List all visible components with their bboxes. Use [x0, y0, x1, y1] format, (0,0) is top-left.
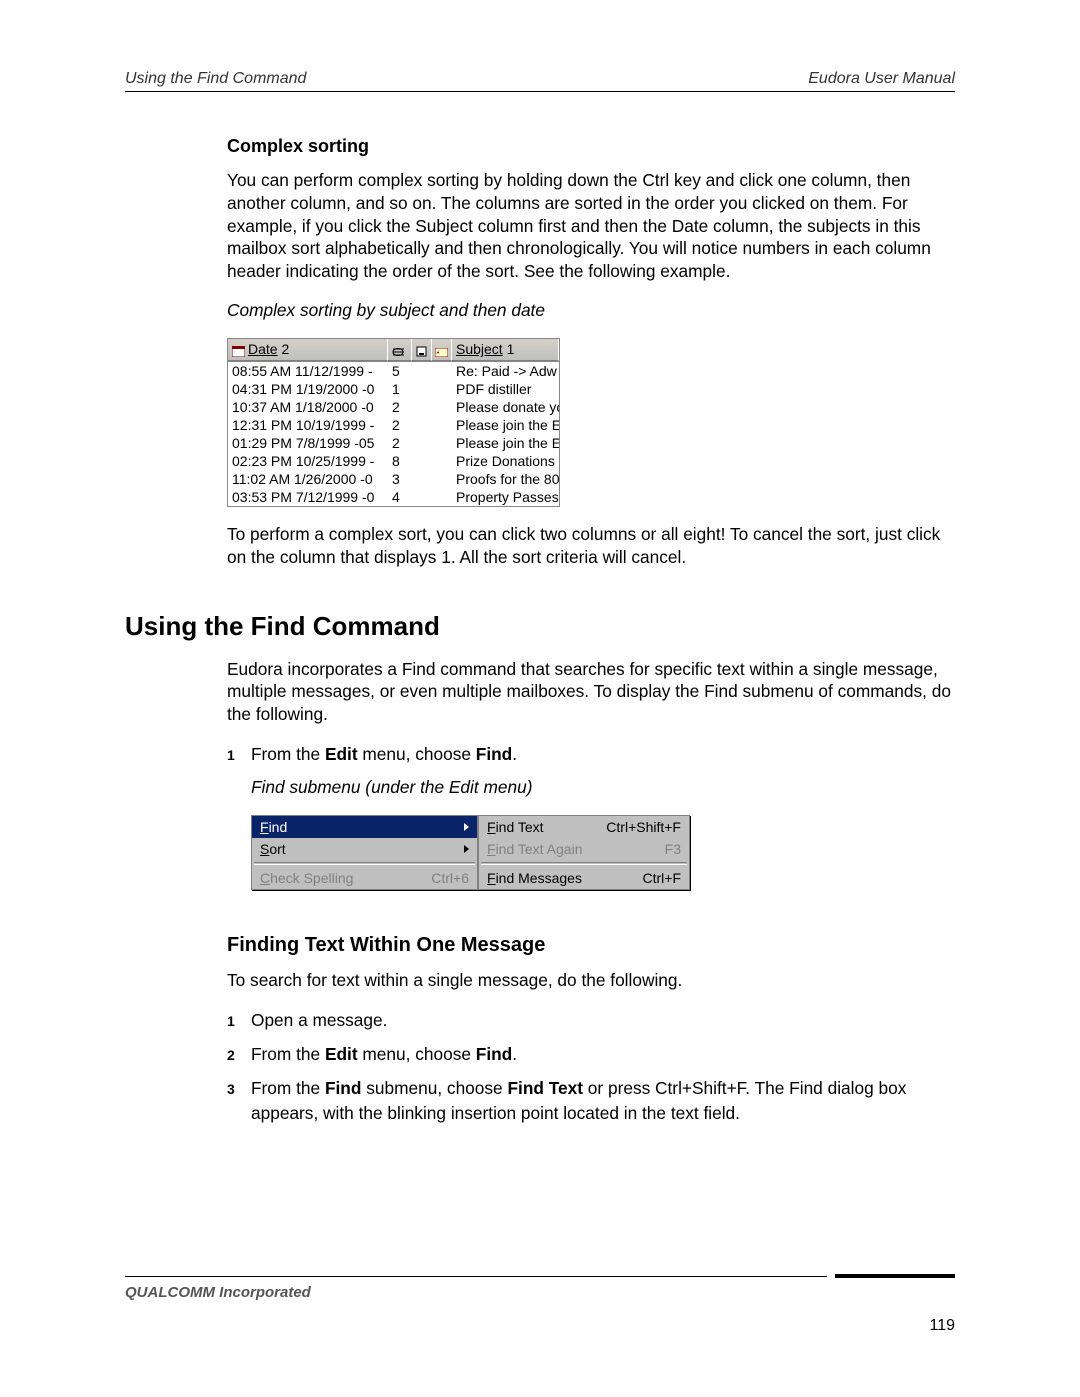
menu-separator [481, 862, 687, 865]
date-column-icon [232, 344, 245, 355]
menu-item-find-text[interactable]: Find Text Ctrl+Shift+F [479, 816, 689, 838]
cell-size: 1 [388, 380, 412, 398]
find-text-step-1: 1Open a message. [227, 1008, 955, 1032]
menu-item-shortcut: Ctrl+6 [431, 870, 469, 886]
complex-sorting-heading: Complex sorting [227, 136, 955, 157]
cell-date: 04:31 PM 1/19/2000 -0 [228, 380, 388, 398]
cell-date: 01:29 PM 7/8/1999 -05 [228, 434, 388, 452]
table-row[interactable]: 08:55 AM 11/12/1999 -5 Re: Paid -> Adw [228, 362, 559, 380]
find-submenu-screenshot: Find Sort Check Spelling Ctrl+6 Find Text Ct… [251, 815, 955, 890]
date-header-label: Date [248, 341, 278, 357]
column-header-date[interactable]: Date 2 [228, 339, 388, 361]
table-row[interactable]: 02:23 PM 10/25/1999 -8 Prize Donations [228, 452, 559, 470]
footer-company: QUALCOMM Incorporated [125, 1284, 311, 1301]
cell-subject: Property Passes [452, 488, 559, 506]
complex-sorting-para2: To perform a complex sort, you can click… [227, 523, 955, 569]
table-row[interactable]: 10:37 AM 1/18/2000 -02 Please donate yo [228, 398, 559, 416]
menu-item-label: Sort [260, 841, 456, 857]
cell-size: 8 [388, 452, 412, 470]
menu-item-label: Find [260, 819, 456, 835]
cell-subject: Prize Donations [452, 452, 559, 470]
column-header-subject[interactable]: Subject 1 [452, 339, 559, 361]
cell-size: 2 [388, 416, 412, 434]
edit-menu: Find Sort Check Spelling Ctrl+6 [251, 815, 478, 890]
menu-separator [254, 862, 475, 865]
attachment-icon [416, 344, 427, 355]
find-submenu-caption: Find submenu (under the Edit menu) [227, 776, 955, 799]
find-command-heading: Using the Find Command [125, 611, 955, 642]
column-header-label[interactable] [432, 339, 452, 361]
sort-table-caption: Complex sorting by subject and then date [227, 299, 955, 322]
cell-date: 12:31 PM 10/19/1999 - [228, 416, 388, 434]
cell-date: 10:37 AM 1/18/2000 -0 [228, 398, 388, 416]
menu-item-label: Find Text [487, 819, 594, 835]
cell-date: 11:02 AM 1/26/2000 -0 [228, 470, 388, 488]
menu-item-shortcut: F3 [665, 841, 681, 857]
subject-sort-order: 1 [507, 341, 515, 357]
find-command-intro: Eudora incorporates a Find command that … [227, 658, 955, 726]
menu-item-check-spelling: Check Spelling Ctrl+6 [252, 867, 477, 889]
date-sort-order: 2 [281, 341, 289, 357]
cell-date: 03:53 PM 7/12/1999 -0 [228, 488, 388, 506]
find-submenu: Find TextCtrl+Shift+FFind Text AgainF3Fi… [478, 815, 690, 890]
subject-header-label: Subject [456, 341, 503, 357]
cell-date: 02:23 PM 10/25/1999 - [228, 452, 388, 470]
submenu-arrow-icon [464, 823, 469, 831]
cell-size: 4 [388, 488, 412, 506]
find-text-step-2: 2From the Edit menu, choose Find. [227, 1042, 955, 1066]
page-header: Using the Find Command Eudora User Manua… [125, 70, 955, 92]
menu-item-find-text-again: Find Text Again F3 [479, 838, 689, 860]
cell-subject: Please donate yo [452, 398, 559, 416]
find-text-step-3: 3From the Find submenu, choose Find Text… [227, 1076, 955, 1124]
menu-item-label: Find Messages [487, 870, 631, 886]
menu-item-find[interactable]: Find [252, 816, 477, 838]
table-row[interactable]: 04:31 PM 1/19/2000 -01 PDF distiller [228, 380, 559, 398]
find-text-intro: To search for text within a single messa… [227, 969, 955, 992]
menu-item-label: Find Text Again [487, 841, 653, 857]
header-left: Using the Find Command [125, 70, 306, 88]
column-header-attachment[interactable] [412, 339, 432, 361]
menu-item-label: Check Spelling [260, 870, 419, 886]
cell-size: 3 [388, 470, 412, 488]
cell-size: 5 [388, 362, 412, 380]
find-text-heading: Finding Text Within One Message [227, 934, 955, 957]
table-row[interactable]: 01:29 PM 7/8/1999 -052 Please join the E [228, 434, 559, 452]
cell-subject: Please join the E [452, 434, 559, 452]
submenu-arrow-icon [464, 845, 469, 853]
cell-subject: Please join the E [452, 416, 559, 434]
column-header-size[interactable] [388, 339, 412, 361]
cell-subject: Proofs for the 80 [452, 470, 559, 488]
cell-subject: Re: Paid -> Adw [452, 362, 559, 380]
menu-item-sort[interactable]: Sort [252, 838, 477, 860]
menu-item-shortcut: Ctrl+F [643, 870, 682, 886]
footer-page-number: 119 [125, 1317, 955, 1335]
sort-example-table: Date 2 Subjec [227, 338, 560, 507]
header-right: Eudora User Manual [808, 70, 955, 88]
menu-item-find-messages[interactable]: Find Messages Ctrl+F [479, 867, 689, 889]
menu-item-shortcut: Ctrl+Shift+F [606, 819, 681, 835]
find-step-1: 1 From the Edit menu, choose Find. [227, 742, 955, 766]
cell-size: 2 [388, 398, 412, 416]
size-icon [392, 344, 405, 355]
complex-sorting-para: You can perform complex sorting by holdi… [227, 169, 955, 283]
cell-subject: PDF distiller [452, 380, 559, 398]
table-row[interactable]: 03:53 PM 7/12/1999 -04 Property Passes [228, 488, 559, 506]
label-icon [435, 344, 448, 355]
table-row[interactable]: 12:31 PM 10/19/1999 -2 Please join the E [228, 416, 559, 434]
cell-date: 08:55 AM 11/12/1999 - [228, 362, 388, 380]
page-footer: QUALCOMM Incorporated 119 [125, 1274, 955, 1335]
cell-size: 2 [388, 434, 412, 452]
table-row[interactable]: 11:02 AM 1/26/2000 -03 Proofs for the 80 [228, 470, 559, 488]
